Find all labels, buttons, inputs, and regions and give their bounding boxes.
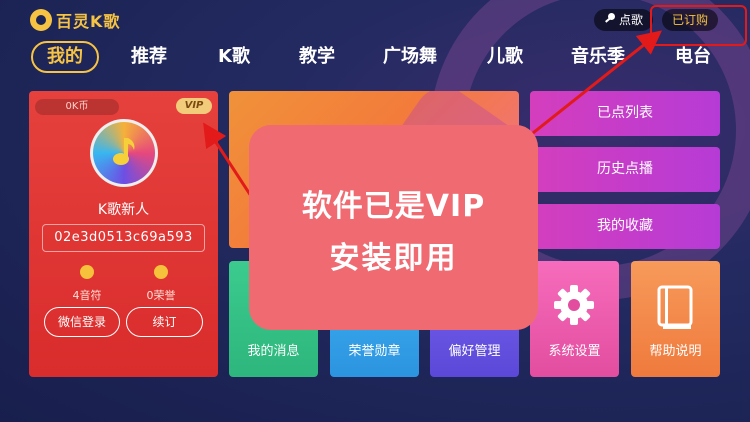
overlay-line-2: 安装即用 — [329, 241, 458, 276]
overlay-line-1: 软件已是VIP — [301, 189, 486, 224]
vip-notice-overlay: 软件已是VIP 安装即用 — [249, 125, 538, 330]
